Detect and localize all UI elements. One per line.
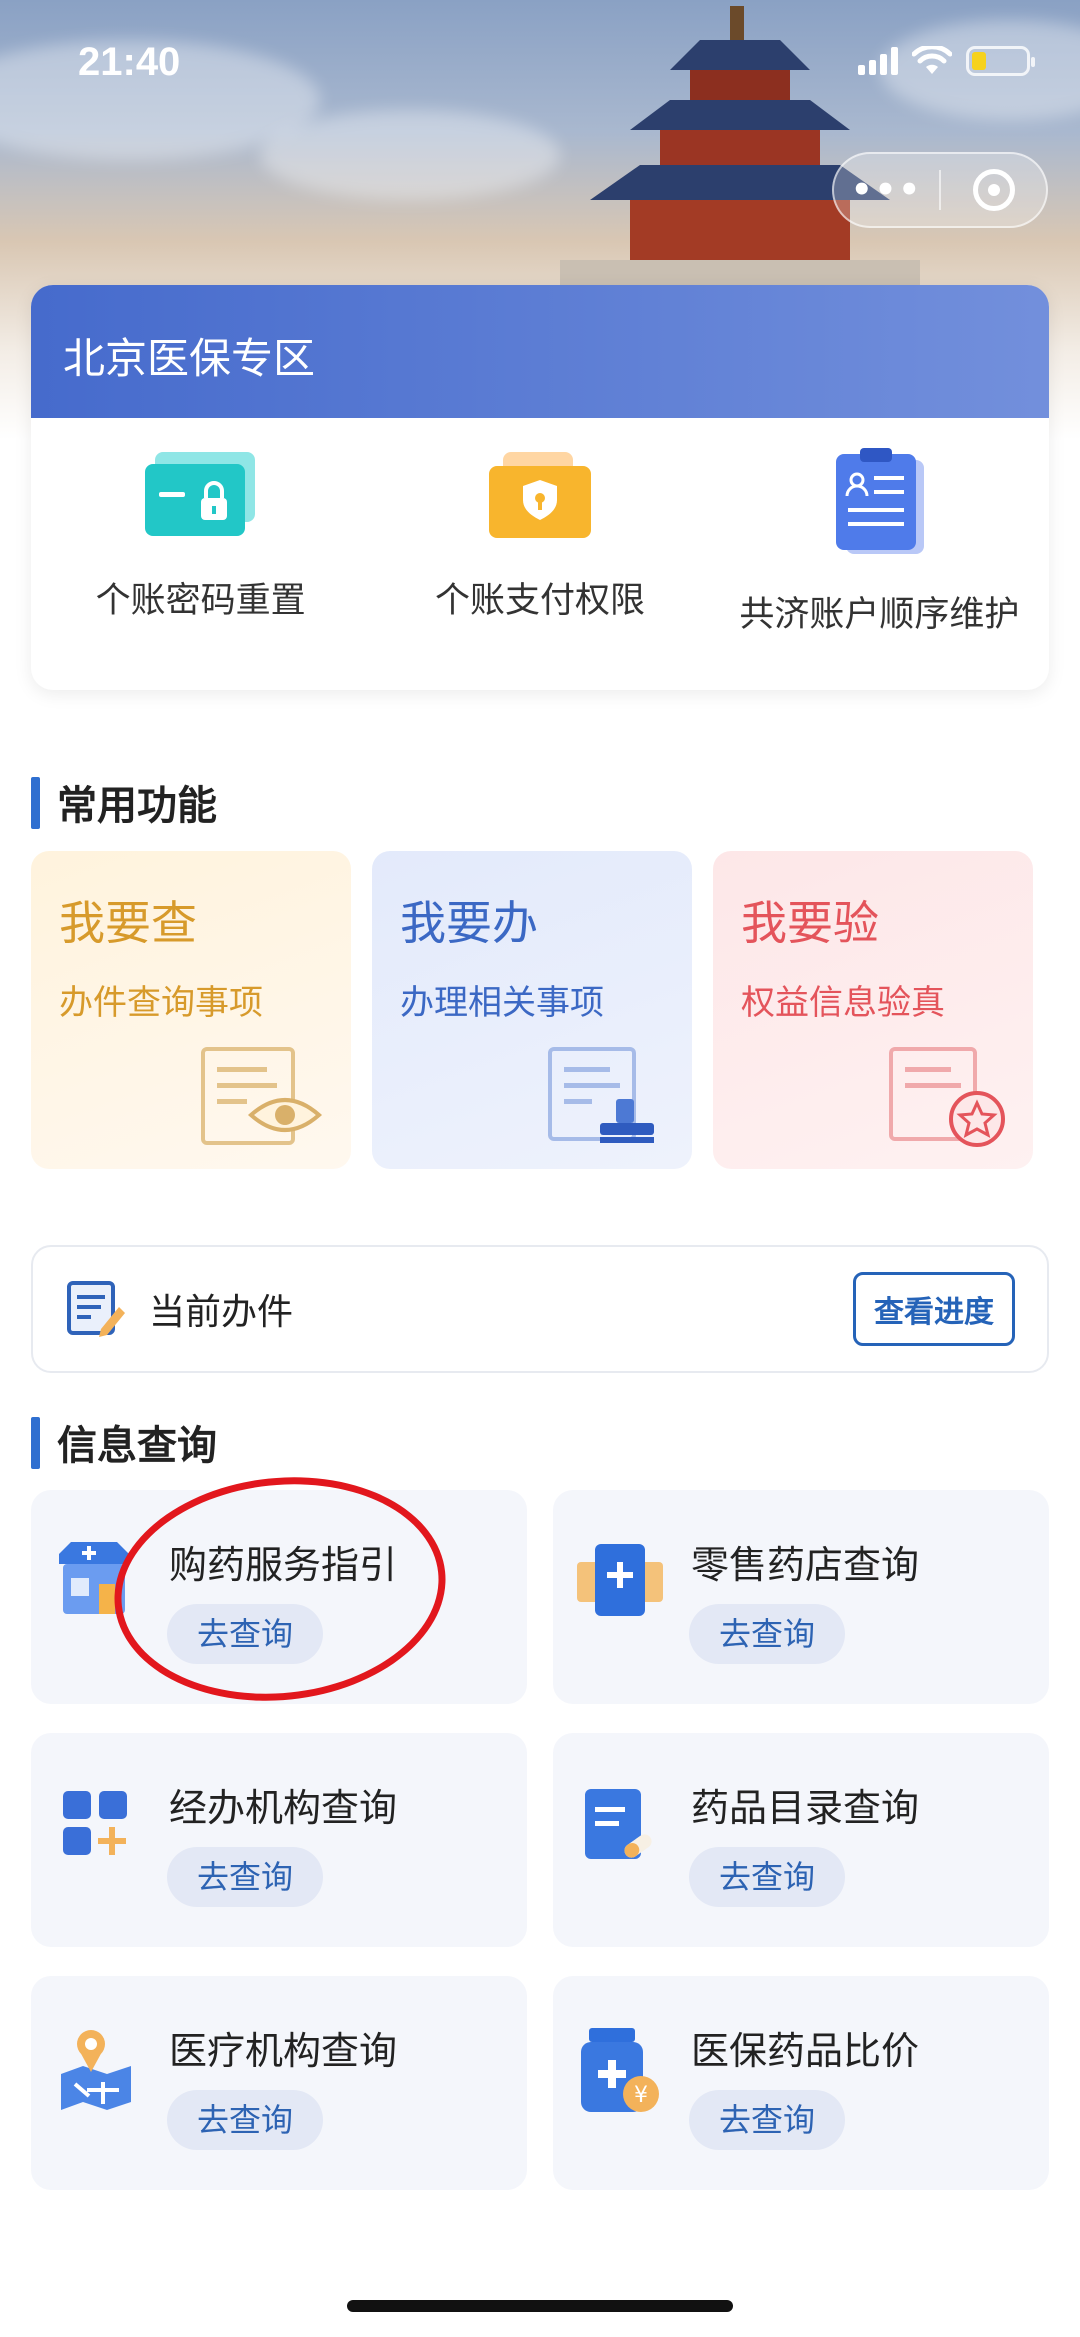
zone-item-label: 共济账户顺序维护 xyxy=(739,595,1020,635)
func-card-title: 我要查 xyxy=(59,896,197,950)
zone-item-label: 个账支付权限 xyxy=(434,581,645,621)
current-cases-bar[interactable]: 当前办件 查看进度 xyxy=(31,1245,1049,1373)
info-query-title: 信息查询 xyxy=(31,1413,217,1471)
document-eye-icon xyxy=(201,1047,323,1145)
func-card-subtitle: 办件查询事项 xyxy=(59,983,263,1023)
query-button[interactable]: 去查询 xyxy=(689,1604,845,1664)
query-button[interactable]: 去查询 xyxy=(167,1847,323,1907)
func-card-verify[interactable]: 我要验 权益信息验真 xyxy=(713,851,1033,1169)
query-button[interactable]: 去查询 xyxy=(167,2090,323,2150)
func-card-title: 我要验 xyxy=(741,896,879,950)
svg-text:¥: ¥ xyxy=(634,2083,648,2108)
clipboard-user-icon xyxy=(836,448,925,554)
map-pin-icon xyxy=(61,2030,131,2110)
zone-item-password-reset[interactable]: 个账密码重置 xyxy=(31,418,370,690)
battery-icon xyxy=(966,46,1035,76)
func-card-handle[interactable]: 我要办 办理相关事项 xyxy=(372,851,692,1169)
zone-item-payment-permission[interactable]: 个账支付权限 xyxy=(370,418,709,690)
status-icons xyxy=(858,46,1035,76)
query-card-price-compare[interactable]: ¥ 医保药品比价 去查询 xyxy=(553,1976,1049,2190)
cellular-signal-icon xyxy=(858,47,898,75)
more-menu-button[interactable]: ••• xyxy=(834,170,939,210)
home-indicator xyxy=(347,2300,733,2312)
miniprogram-capsule: ••• xyxy=(832,152,1048,228)
card-lock-icon xyxy=(144,452,255,536)
query-card-title: 医疗机构查询 xyxy=(169,2029,398,2073)
query-card-medical-institution[interactable]: 医疗机构查询 去查询 xyxy=(31,1976,527,2190)
grid-plus-icon xyxy=(63,1791,127,1855)
common-functions-title: 常用功能 xyxy=(31,773,217,831)
query-card-drug-catalog[interactable]: 药品目录查询 去查询 xyxy=(553,1733,1049,1947)
query-card-agency[interactable]: 经办机构查询 去查询 xyxy=(31,1733,527,1947)
medicine-bottle-yuan-icon: ¥ xyxy=(581,2028,659,2112)
document-star-icon xyxy=(889,1047,1005,1147)
medkit-plus-icon xyxy=(577,1544,663,1616)
query-card-title: 零售药店查询 xyxy=(691,1543,920,1587)
func-card-query[interactable]: 我要查 办件查询事项 xyxy=(31,851,351,1169)
query-card-retail-pharmacy[interactable]: 零售药店查询 去查询 xyxy=(553,1490,1049,1704)
query-card-title: 药品目录查询 xyxy=(691,1786,920,1830)
zone-title: 北京医保专区 xyxy=(31,285,1049,418)
func-card-subtitle: 办理相关事项 xyxy=(400,983,604,1023)
clipboard-pill-icon xyxy=(585,1789,652,1859)
zone-item-mutual-account-order[interactable]: 共济账户顺序维护 xyxy=(710,418,1049,690)
query-button[interactable]: 去查询 xyxy=(167,1604,323,1664)
zone-item-label: 个账密码重置 xyxy=(95,581,306,621)
query-button[interactable]: 去查询 xyxy=(689,2090,845,2150)
current-cases-label: 当前办件 xyxy=(149,1292,294,1333)
target-close-icon xyxy=(972,169,1015,211)
wifi-icon xyxy=(912,46,952,74)
func-card-subtitle: 权益信息验真 xyxy=(741,983,945,1023)
beijing-zone-card: 北京医保专区 个账密码重置 个账支付权限 共济账户顺序维护 xyxy=(31,285,1049,690)
wallet-shield-icon xyxy=(488,452,591,538)
document-edit-icon xyxy=(67,1281,125,1337)
view-progress-button[interactable]: 查看进度 xyxy=(853,1272,1015,1346)
status-bar: 21:40 xyxy=(0,0,1080,130)
query-card-title: 购药服务指引 xyxy=(169,1543,398,1587)
query-card-title: 经办机构查询 xyxy=(169,1786,398,1830)
query-button[interactable]: 去查询 xyxy=(689,1847,845,1907)
status-time: 21:40 xyxy=(78,40,181,84)
query-card-purchase-guide[interactable]: 购药服务指引 去查询 xyxy=(31,1490,527,1704)
close-miniprogram-button[interactable] xyxy=(941,169,1046,211)
query-card-title: 医保药品比价 xyxy=(691,2029,920,2073)
document-stamp-icon xyxy=(548,1047,654,1143)
func-card-title: 我要办 xyxy=(400,896,538,950)
pharmacy-store-icon xyxy=(59,1542,129,1614)
